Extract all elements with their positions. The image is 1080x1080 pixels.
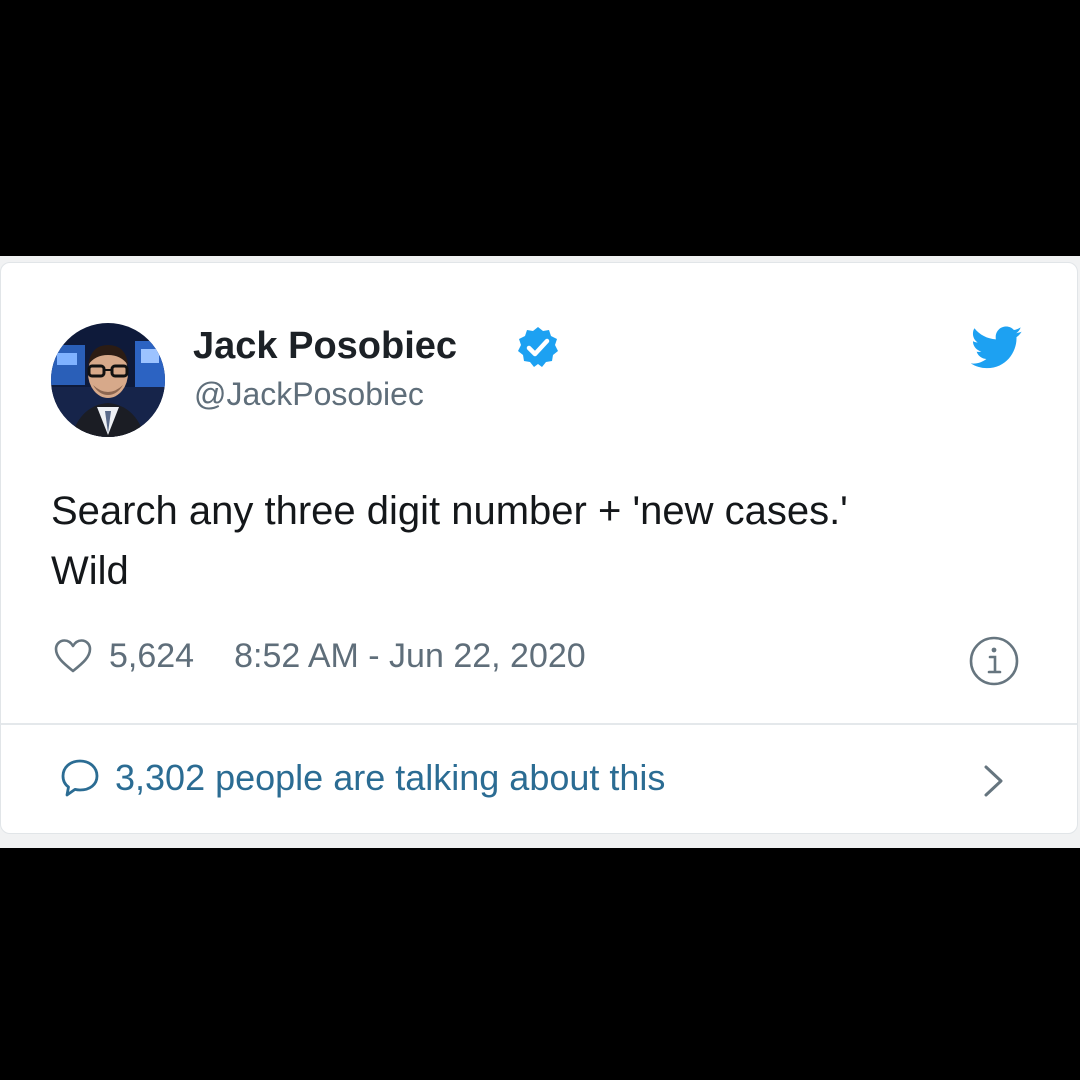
divider [1, 723, 1077, 725]
twitter-bird-icon[interactable] [971, 325, 1023, 371]
tweet-text-line: Search any three digit number + 'new cas… [51, 489, 848, 533]
author-handle[interactable]: @JackPosobiec [194, 376, 424, 413]
tweet-card[interactable]: Jack Posobiec @JackPosobiec Search any t… [0, 262, 1078, 834]
tweet-meta: 5,624 8:52 AM - Jun 22, 2020 [53, 635, 586, 677]
chevron-right-icon[interactable] [981, 763, 1007, 799]
tweet-text-line: Wild [51, 549, 129, 593]
verified-badge-icon [518, 327, 558, 367]
conversation-link[interactable]: 3,302 people are talking about this [59, 756, 665, 800]
conversation-count[interactable]: 3,302 people are talking about this [115, 757, 665, 799]
timestamp[interactable]: 8:52 AM - Jun 22, 2020 [234, 637, 586, 676]
author-name[interactable]: Jack Posobiec [193, 325, 457, 368]
like-count[interactable]: 5,624 [109, 637, 194, 676]
heart-icon[interactable] [53, 638, 93, 674]
avatar[interactable] [51, 323, 165, 437]
tweet-text: Search any three digit number + 'new cas… [51, 481, 1031, 601]
speech-bubble-icon [61, 759, 99, 797]
info-icon[interactable] [968, 635, 1020, 687]
